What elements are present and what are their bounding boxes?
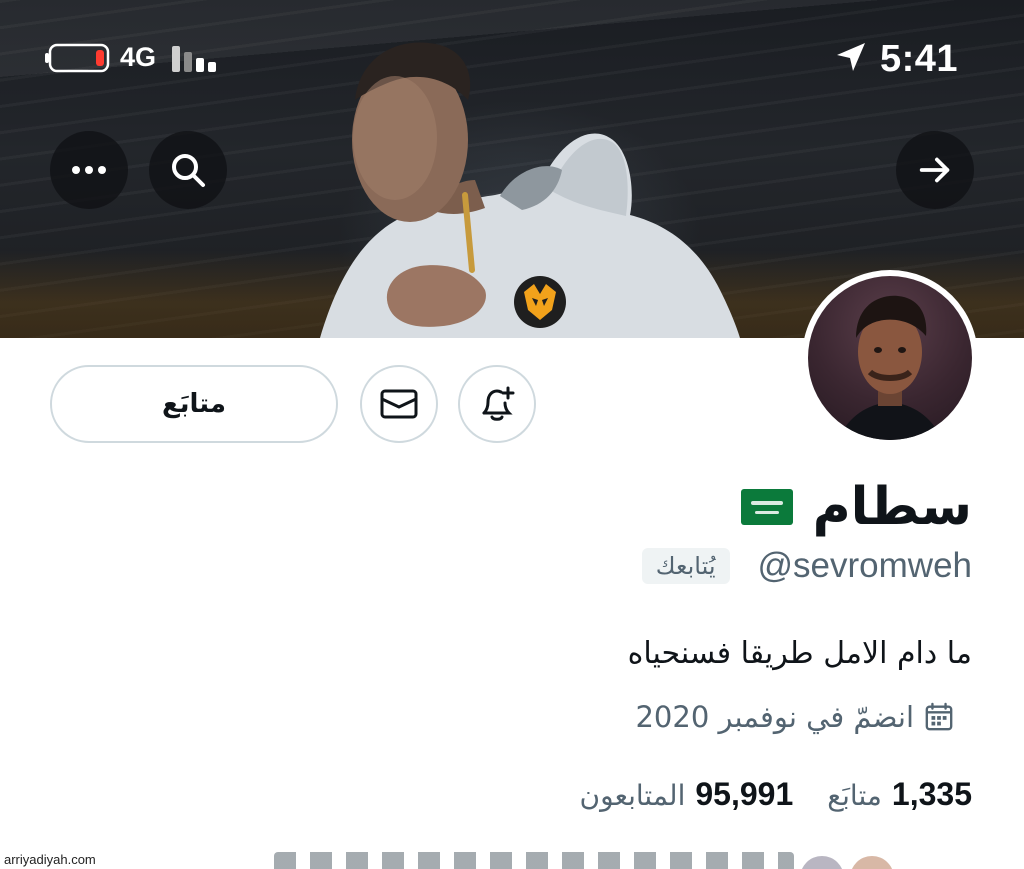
- message-button[interactable]: [360, 365, 438, 443]
- followers-label: المتابعون: [579, 779, 686, 812]
- more-options-button[interactable]: [50, 131, 128, 209]
- network-type: 4G: [120, 42, 157, 72]
- joined-date-text: انضمّ في نوفمبر 2020: [635, 700, 914, 734]
- follows-you-badge: يُتابعك: [641, 548, 730, 584]
- envelope-icon: [380, 389, 418, 419]
- bell-plus-icon: [482, 386, 515, 421]
- following-stat[interactable]: 1,335 متابَع: [827, 776, 972, 813]
- joined-date-row: انضمّ في نوفمبر 2020: [635, 700, 954, 734]
- handle-row: @sevromweh يُتابعك: [641, 546, 972, 586]
- notifications-button[interactable]: [458, 365, 536, 443]
- status-time: 5:41: [879, 38, 958, 80]
- display-name: سطام: [812, 477, 972, 537]
- watermark: arriyadiyah.com: [4, 852, 96, 867]
- banner-coach-figure: [320, 42, 740, 338]
- avatar-photo: [808, 276, 972, 440]
- profile-avatar[interactable]: [802, 270, 978, 446]
- battery-icon: [45, 43, 110, 73]
- location-arrow-icon: [837, 43, 865, 71]
- search-icon: [172, 154, 205, 187]
- following-label: متابَع: [827, 779, 882, 812]
- mutual-avatar: [800, 856, 844, 869]
- profile-bio: ما دام الامل طريقا فسنحياه: [627, 636, 972, 671]
- following-button[interactable]: متابَع: [50, 365, 338, 443]
- mutual-avatar: [850, 856, 894, 869]
- signal-bars-icon: [172, 46, 216, 72]
- followers-count: 95,991: [695, 776, 794, 812]
- followers-stat[interactable]: 95,991 المتابعون: [580, 776, 794, 813]
- follow-stats: 1,335 متابَع 95,991 المتابعون: [580, 776, 972, 813]
- following-count: 1,335: [891, 776, 972, 812]
- search-button[interactable]: [149, 131, 227, 209]
- display-name-row: سطام: [740, 472, 972, 542]
- back-button[interactable]: [896, 131, 974, 209]
- calendar-icon: [925, 702, 953, 731]
- more-dots-icon: [72, 166, 106, 174]
- profile-handle: @sevromweh: [757, 546, 972, 585]
- followed-by-text: [274, 852, 794, 869]
- saudi-flag-icon: [740, 489, 793, 525]
- back-arrow-icon: [919, 157, 950, 183]
- followed-by-row: [0, 848, 1024, 869]
